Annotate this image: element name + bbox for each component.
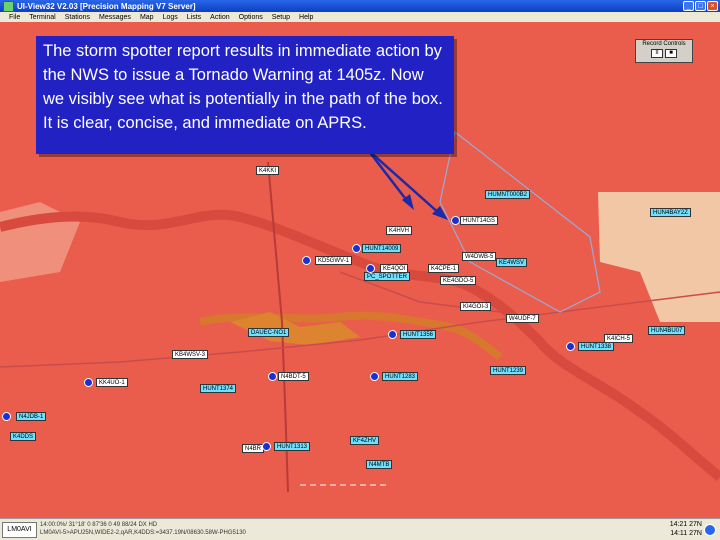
- menu-action[interactable]: Action: [210, 14, 229, 21]
- maximize-button[interactable]: □: [695, 1, 706, 11]
- menu-file[interactable]: File: [9, 14, 20, 21]
- menu-stations[interactable]: Stations: [65, 14, 90, 21]
- station-label[interactable]: KK4UO-1: [96, 378, 128, 387]
- station-label[interactable]: HUNT1239: [490, 366, 527, 375]
- menu-logs[interactable]: Logs: [163, 14, 178, 21]
- station-label[interactable]: W4UDF-7: [506, 314, 539, 323]
- window-controls: _ □ ×: [683, 1, 718, 11]
- menu-help[interactable]: Help: [299, 14, 313, 21]
- station-symbol-icon[interactable]: [451, 216, 460, 225]
- station-label[interactable]: N4JDB-1: [16, 412, 47, 421]
- menu-terminal[interactable]: Terminal: [29, 14, 55, 21]
- menu-options[interactable]: Options: [239, 14, 263, 21]
- annotation-callout: The storm spotter report results in imme…: [36, 36, 454, 154]
- menu-lists[interactable]: Lists: [187, 14, 201, 21]
- station-label[interactable]: HUNT14GS: [460, 216, 499, 225]
- status-packet-line: LM0AVI-5>APU25N,WIDE2-2,qAR,K4DDS:=3437.…: [40, 530, 246, 536]
- weather-icon: [704, 524, 716, 536]
- station-label[interactable]: N4BR: [242, 444, 265, 453]
- station-label[interactable]: HUMNT000B2: [485, 190, 531, 199]
- station-symbol-icon[interactable]: [262, 442, 271, 451]
- status-date: 14:11 27N: [670, 530, 702, 537]
- station-label[interactable]: KD5GWV-1: [315, 256, 353, 265]
- title-bar: UI-View32 V2.03 [Precision Mapping V7 Se…: [0, 0, 720, 12]
- stop-button[interactable]: ■: [665, 49, 677, 58]
- station-label[interactable]: KB4WSV-3: [172, 350, 209, 359]
- minimize-button[interactable]: _: [683, 1, 694, 11]
- station-symbol-icon[interactable]: [388, 330, 397, 339]
- window-title: UI-View32 V2.03 [Precision Mapping V7 Se…: [17, 1, 196, 11]
- station-symbol-icon[interactable]: [370, 372, 379, 381]
- station-label[interactable]: K4CPE-1: [428, 264, 460, 273]
- menu-map[interactable]: Map: [140, 14, 154, 21]
- station-label[interactable]: W4DWB-5: [462, 252, 497, 261]
- station-label[interactable]: N4MTB: [366, 460, 393, 469]
- station-symbol-icon[interactable]: [352, 244, 361, 253]
- map-view[interactable]: K4KKI HUMNT000B2 HUNT14GS HUN4BAY2Z K4HV…: [0, 22, 720, 518]
- station-label[interactable]: K4KKI: [256, 166, 280, 175]
- record-controls-label: Record Controls: [642, 41, 686, 47]
- station-symbol-icon[interactable]: [366, 264, 375, 273]
- station-label[interactable]: HUNT1374: [200, 384, 237, 393]
- station-label[interactable]: DAUEC-NO1: [248, 328, 290, 337]
- menu-messages[interactable]: Messages: [99, 14, 131, 21]
- station-label[interactable]: KI4GOI-3: [460, 302, 492, 311]
- station-label[interactable]: KE4WSV: [496, 258, 528, 267]
- record-controls-panel: Record Controls II ■: [635, 39, 693, 63]
- pause-button[interactable]: II: [651, 49, 663, 58]
- menu-setup[interactable]: Setup: [272, 14, 290, 21]
- station-symbol-icon[interactable]: [302, 256, 311, 265]
- status-time: 14:21 27N: [669, 521, 702, 528]
- station-label[interactable]: HUN4BU07: [648, 326, 686, 335]
- close-button[interactable]: ×: [707, 1, 718, 11]
- station-label[interactable]: HUN4BAY2Z: [650, 208, 691, 217]
- station-label[interactable]: HUNT1356: [400, 330, 437, 339]
- station-symbol-icon[interactable]: [268, 372, 277, 381]
- callsign-display: LM0AVI: [2, 522, 37, 538]
- station-symbol-icon[interactable]: [2, 412, 11, 421]
- station-label[interactable]: HUNT1313: [274, 442, 311, 451]
- station-label[interactable]: PC_SPOTTER: [364, 272, 411, 281]
- status-bar: LM0AVI 14:00:0%/ 31°18' 0 87'36 0 49 88/…: [0, 518, 720, 540]
- menu-bar: File Terminal Stations Messages Map Logs…: [0, 12, 720, 22]
- status-position-line: 14:00:0%/ 31°18' 0 87'36 0 49 88/24 DX H…: [40, 522, 158, 528]
- station-label[interactable]: N4BDT-5: [278, 372, 309, 381]
- station-label[interactable]: HUNT1283: [382, 372, 419, 381]
- station-symbol-icon[interactable]: [84, 378, 93, 387]
- station-label[interactable]: KF4ZHV: [350, 436, 380, 445]
- station-label[interactable]: K4HVH: [386, 226, 413, 235]
- station-label[interactable]: K4DDS: [10, 432, 37, 441]
- station-symbol-icon[interactable]: [566, 342, 575, 351]
- station-label[interactable]: KE4GDO-5: [440, 276, 477, 285]
- station-label[interactable]: HUNT1338: [578, 342, 615, 351]
- app-icon: [3, 0, 14, 12]
- station-label[interactable]: HUNT14009: [362, 244, 402, 253]
